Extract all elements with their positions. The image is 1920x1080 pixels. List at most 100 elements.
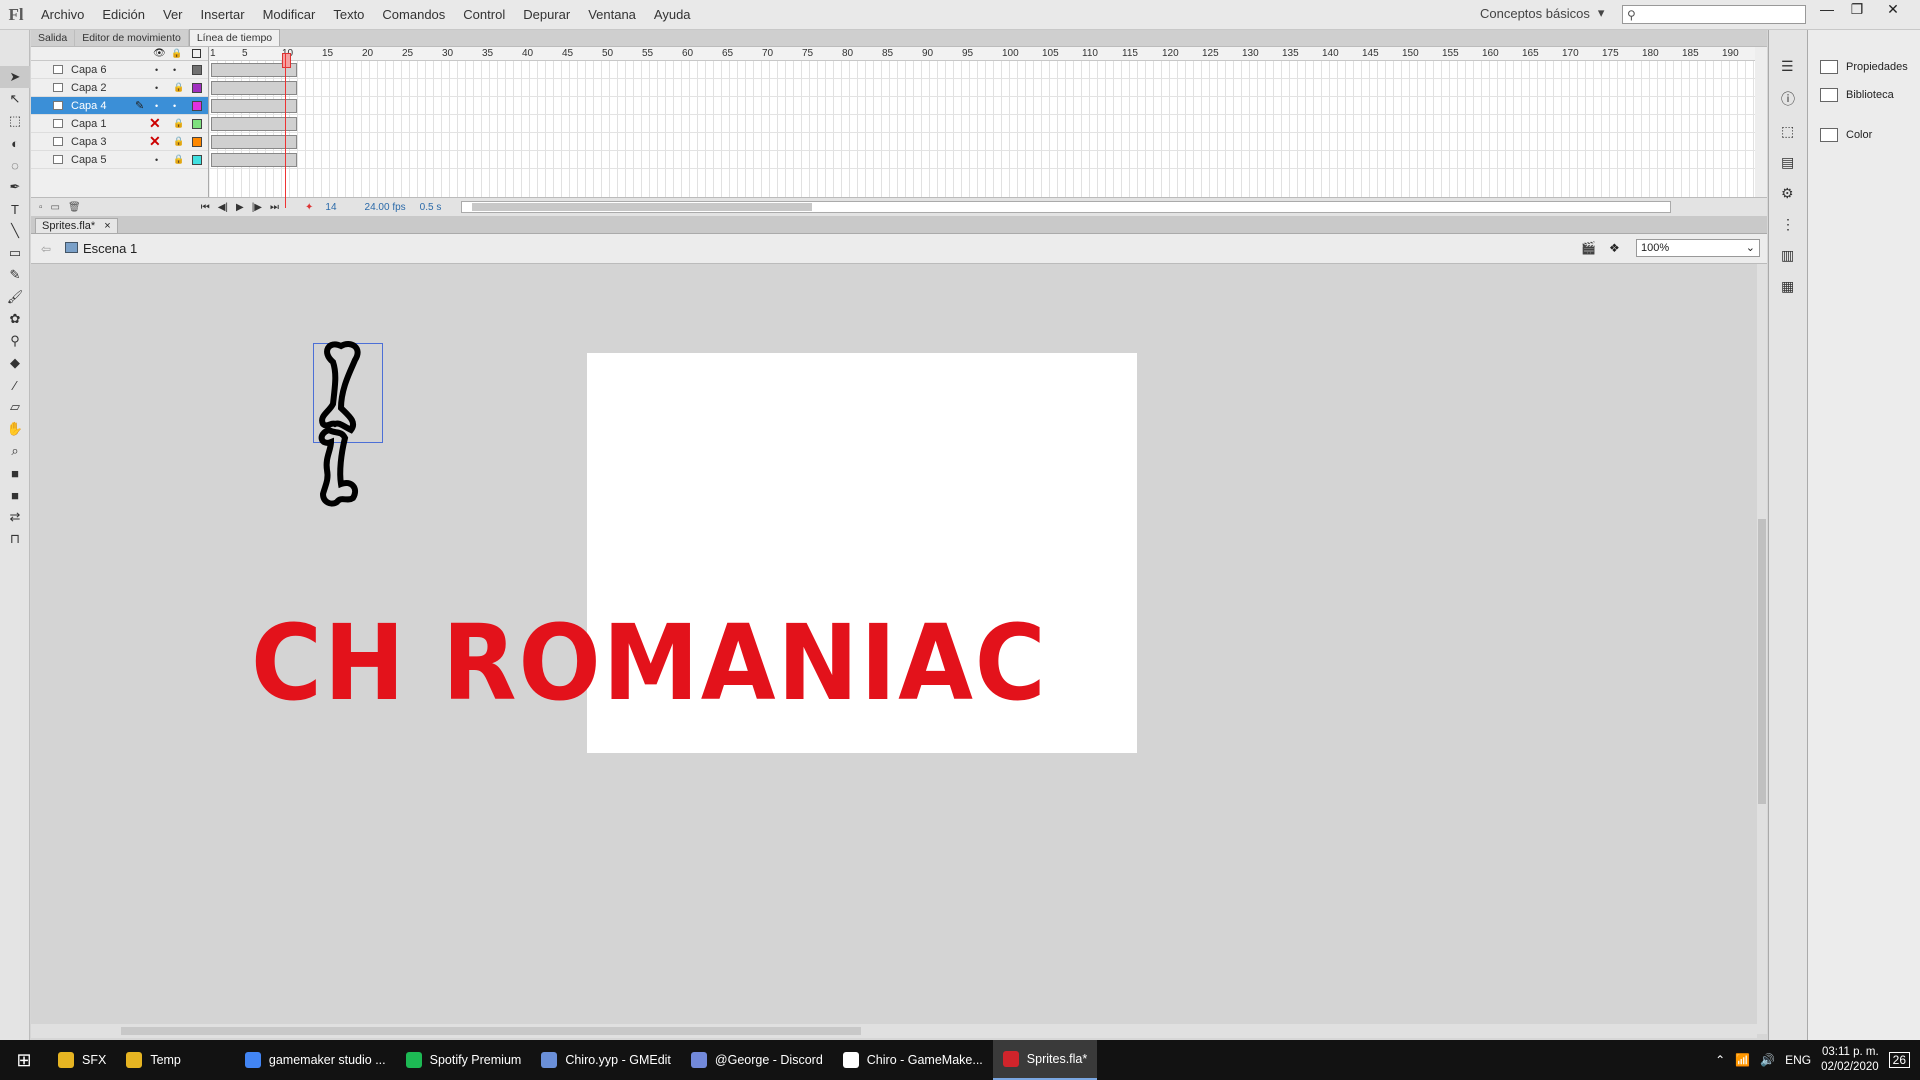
stroke-color-icon[interactable]: ■ bbox=[0, 462, 30, 484]
menu-4[interactable]: Modificar bbox=[254, 0, 325, 30]
frame-ruler[interactable]: 1510152025303540455055606570758085909510… bbox=[210, 47, 1755, 61]
frame-row[interactable] bbox=[210, 61, 1755, 79]
layer-color-swatch[interactable] bbox=[192, 136, 202, 147]
frame-row[interactable] bbox=[210, 115, 1755, 133]
layer-name[interactable]: Capa 3 bbox=[71, 136, 106, 148]
layer-name[interactable]: Capa 4 bbox=[71, 100, 106, 112]
playback-button-2[interactable]: ▶ bbox=[236, 202, 244, 213]
stage-hscroll[interactable] bbox=[31, 1024, 1757, 1038]
playback-button-1[interactable]: ◀| bbox=[218, 202, 228, 213]
pen-icon[interactable]: ✒ bbox=[0, 176, 30, 198]
delete-layer-icon[interactable]: 🗑 bbox=[68, 202, 81, 213]
deco-tool-icon[interactable]: ✿ bbox=[0, 308, 30, 330]
restore-button[interactable]: ❐ bbox=[1843, 0, 1871, 18]
layer-color-swatch[interactable] bbox=[192, 154, 202, 165]
layer-name[interactable]: Capa 1 bbox=[71, 118, 106, 130]
keyframe-span[interactable] bbox=[211, 117, 297, 131]
layer-color-swatch[interactable] bbox=[192, 64, 202, 75]
text-tool-icon[interactable]: T bbox=[0, 198, 30, 220]
eye-icon[interactable]: 👁 bbox=[153, 48, 166, 59]
layer-color-swatch[interactable] bbox=[192, 82, 202, 93]
keyframe-span[interactable] bbox=[211, 81, 297, 95]
snap-icon[interactable]: ⊓ bbox=[0, 528, 30, 550]
menu-8[interactable]: Depurar bbox=[514, 0, 579, 30]
layer-color-swatch[interactable] bbox=[192, 100, 202, 111]
visibility-dot[interactable]: • bbox=[155, 83, 158, 93]
taskbar-item[interactable]: Sprites.fla* bbox=[992, 1040, 1098, 1080]
menu-0[interactable]: Archivo bbox=[32, 0, 93, 30]
menu-7[interactable]: Control bbox=[454, 0, 514, 30]
workspace-switcher[interactable]: Conceptos básicos ▾ bbox=[1480, 5, 1604, 21]
layer-name[interactable]: Capa 5 bbox=[71, 154, 106, 166]
taskbar-item[interactable]: gamemaker studio ... bbox=[235, 1040, 396, 1080]
lock-toggle[interactable]: 🔒 bbox=[173, 136, 184, 147]
new-layer-icon[interactable]: ▫ bbox=[39, 202, 43, 213]
menu-3[interactable]: Insertar bbox=[192, 0, 254, 30]
current-frame[interactable]: 14 bbox=[325, 202, 336, 213]
scene-label[interactable]: Escena 1 bbox=[83, 241, 137, 256]
playback-button-0[interactable]: ⏮ bbox=[201, 202, 210, 213]
frame-row[interactable] bbox=[210, 79, 1755, 97]
lasso-icon[interactable]: ◌ bbox=[0, 154, 30, 176]
outline-icon[interactable] bbox=[192, 49, 201, 58]
tab-timeline[interactable]: Línea de tiempo bbox=[188, 29, 281, 46]
keyframe-span[interactable] bbox=[211, 135, 297, 149]
playback-button-3[interactable]: |▶ bbox=[252, 202, 262, 213]
layer-name[interactable]: Capa 6 bbox=[71, 64, 106, 76]
info-icon[interactable]: ⓘ bbox=[1781, 89, 1807, 109]
frame-row[interactable] bbox=[210, 97, 1755, 115]
vscroll-thumb[interactable] bbox=[1758, 519, 1766, 804]
chevron-up-icon[interactable]: ⌃ bbox=[1715, 1053, 1725, 1067]
lock-toggle[interactable]: • bbox=[173, 101, 176, 111]
panel-color[interactable]: Color bbox=[1820, 128, 1872, 142]
history-icon[interactable]: ▥ bbox=[1781, 247, 1807, 264]
free-transform-icon[interactable]: ⬚ bbox=[0, 110, 30, 132]
frames-grid[interactable]: 1510152025303540455055606570758085909510… bbox=[210, 47, 1755, 197]
code-snippets-icon[interactable]: ▤ bbox=[1781, 154, 1807, 171]
selection-tool-icon[interactable]: ➤ bbox=[0, 66, 30, 88]
lock-toggle[interactable]: 🔒 bbox=[173, 154, 184, 165]
visibility-dot[interactable]: • bbox=[155, 101, 158, 111]
notifications-icon[interactable]: 26 bbox=[1888, 1052, 1910, 1068]
minimize-button[interactable]: — bbox=[1813, 0, 1841, 18]
transform-icon[interactable]: ⬚ bbox=[1781, 123, 1807, 140]
close-button[interactable]: ✕ bbox=[1879, 0, 1907, 18]
components-icon[interactable]: ⚙ bbox=[1781, 185, 1807, 202]
bone-drawing[interactable] bbox=[311, 338, 391, 538]
paint-bucket-icon[interactable]: ◆ bbox=[0, 352, 30, 374]
taskbar-item[interactable]: Chiro - GameMake... bbox=[833, 1040, 993, 1080]
taskbar-item[interactable]: SFX bbox=[48, 1040, 116, 1080]
pasteboard[interactable]: CH ROMANIAC bbox=[31, 264, 1757, 1024]
layer-row[interactable]: Capa 3 ✕ 🔒 bbox=[31, 133, 208, 151]
playback-button-4[interactable]: ⏭ bbox=[270, 202, 279, 213]
back-arrow-icon[interactable]: ⇦ bbox=[41, 242, 51, 256]
edit-symbols-icon[interactable]: ❖ bbox=[1609, 241, 1620, 255]
taskbar-item[interactable]: Temp bbox=[116, 1040, 191, 1080]
hscroll-thumb[interactable] bbox=[121, 1027, 861, 1035]
new-folder-icon[interactable]: ▭ bbox=[51, 202, 60, 213]
3d-rotation-icon[interactable]: ◐ bbox=[0, 132, 30, 154]
stage-vscroll[interactable] bbox=[1757, 264, 1767, 1034]
eraser-icon[interactable]: ▱ bbox=[0, 396, 30, 418]
rectangle-tool-icon[interactable]: ▭ bbox=[0, 242, 30, 264]
subselection-tool-icon[interactable]: ↖ bbox=[0, 88, 30, 110]
layer-row[interactable]: Capa 5 • 🔒 bbox=[31, 151, 208, 169]
brush-tool-icon[interactable]: 🖌 bbox=[0, 286, 30, 308]
hand-tool-icon[interactable]: ✋ bbox=[0, 418, 30, 440]
clock[interactable]: 03:11 p. m. 02/02/2020 bbox=[1821, 1045, 1879, 1075]
stage-title-text[interactable]: CH ROMANIAC bbox=[251, 602, 1048, 724]
timeline-hscroll[interactable] bbox=[461, 201, 1672, 213]
taskbar-item[interactable]: @George - Discord bbox=[681, 1040, 833, 1080]
language-indicator[interactable]: ENG bbox=[1785, 1053, 1811, 1067]
volume-icon[interactable]: 🔊 bbox=[1760, 1053, 1775, 1067]
frame-row[interactable] bbox=[210, 133, 1755, 151]
close-icon[interactable]: × bbox=[104, 220, 110, 232]
hidden-icon[interactable]: ✕ bbox=[149, 133, 161, 150]
layer-row[interactable]: Capa 1 ✕ 🔒 bbox=[31, 115, 208, 133]
fill-color-icon[interactable]: ■ bbox=[0, 484, 30, 506]
onion-skin-icon[interactable]: ✦ bbox=[305, 202, 313, 213]
lock-toggle[interactable]: 🔒 bbox=[173, 82, 184, 93]
align-icon[interactable]: ☰ bbox=[1781, 58, 1807, 75]
eyedropper-icon[interactable]: ⁄ bbox=[0, 374, 30, 396]
keyframe-span[interactable] bbox=[211, 153, 297, 167]
